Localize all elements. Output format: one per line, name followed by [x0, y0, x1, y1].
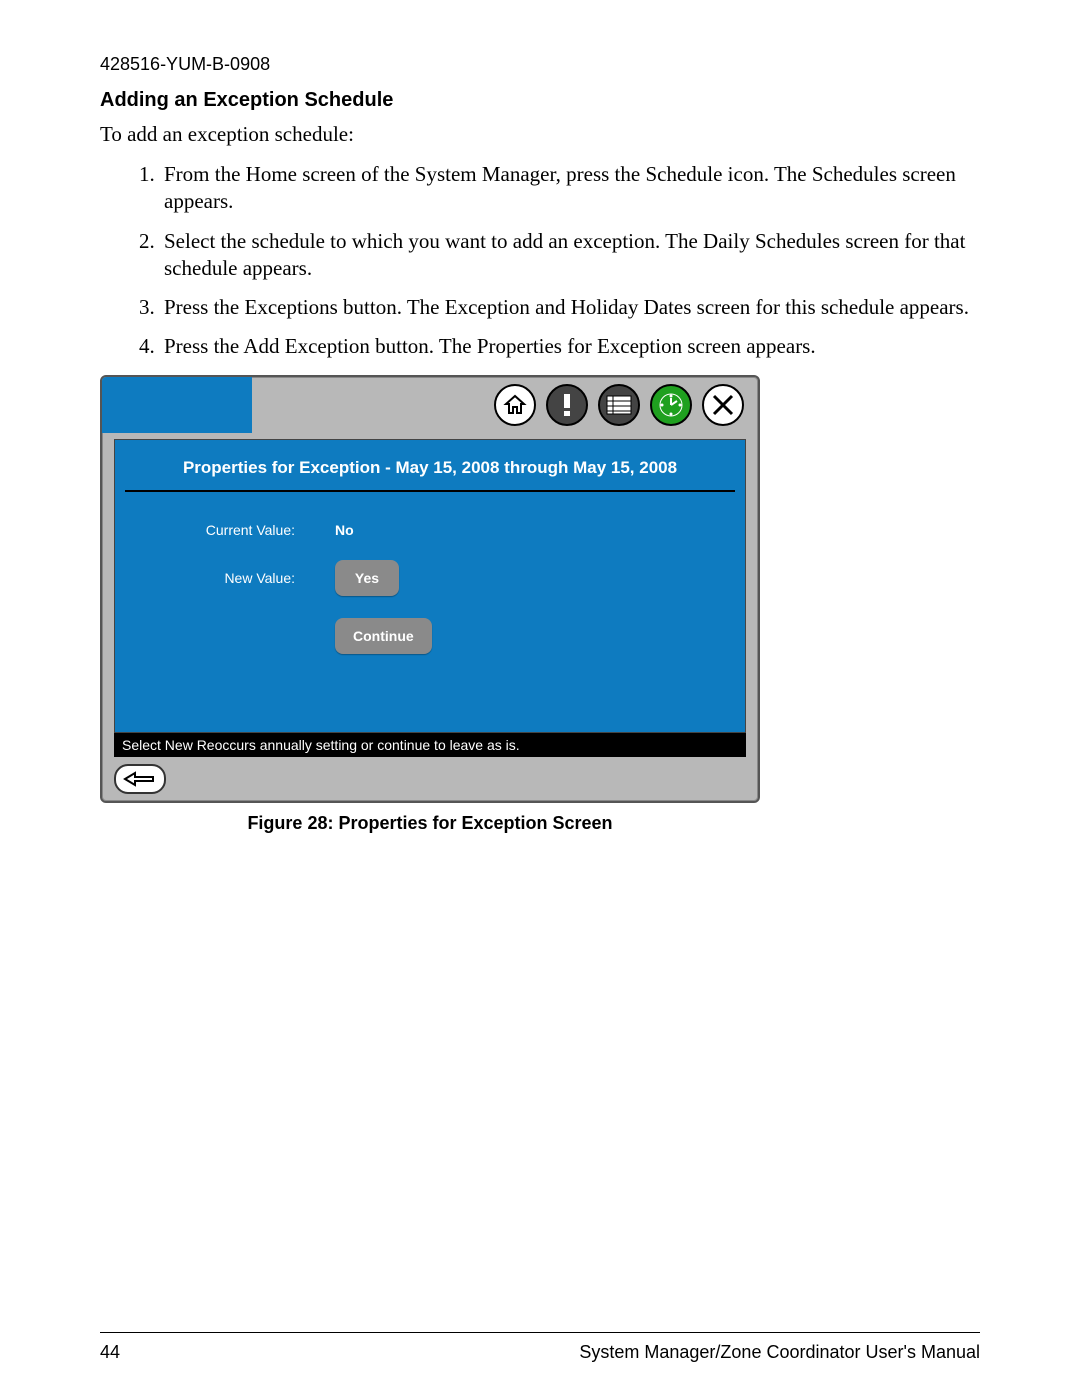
step-item: Press the Exceptions button. The Excepti…: [160, 294, 980, 321]
page-footer: 44 System Manager/Zone Coordinator User'…: [100, 1342, 980, 1363]
yes-button[interactable]: Yes: [335, 560, 399, 596]
current-value: No: [335, 522, 354, 538]
new-value-label: New Value:: [135, 570, 335, 586]
current-value-label: Current Value:: [135, 522, 335, 538]
main-panel: Properties for Exception - May 15, 2008 …: [114, 439, 746, 733]
figure: Properties for Exception - May 15, 2008 …: [100, 375, 980, 834]
panel-title: Properties for Exception - May 15, 2008 …: [115, 440, 745, 490]
home-icon[interactable]: [494, 384, 536, 426]
back-arrow-icon[interactable]: [114, 764, 166, 794]
continue-button[interactable]: Continue: [335, 618, 432, 654]
clock-icon[interactable]: [650, 384, 692, 426]
manual-title: System Manager/Zone Coordinator User's M…: [579, 1342, 980, 1363]
tools-icon[interactable]: [702, 384, 744, 426]
status-bar: Select New Reoccurs annually setting or …: [114, 733, 746, 757]
bottom-bar: [102, 757, 758, 801]
current-value-row: Current Value: No: [135, 522, 725, 538]
figure-caption: Figure 28: Properties for Exception Scre…: [100, 813, 760, 834]
steps-list: From the Home screen of the System Manag…: [100, 161, 980, 361]
intro-text: To add an exception schedule:: [100, 122, 980, 147]
step-item: Press the Add Exception button. The Prop…: [160, 333, 980, 360]
footer-rule: [100, 1332, 980, 1333]
document-id: 428516-YUM-B-0908: [100, 54, 980, 75]
page-number: 44: [100, 1342, 120, 1363]
step-item: Select the schedule to which you want to…: [160, 228, 980, 283]
new-value-row: New Value: Yes: [135, 560, 725, 596]
step-item: From the Home screen of the System Manag…: [160, 161, 980, 216]
topbar-accent: [102, 377, 252, 433]
top-toolbar: [102, 377, 758, 433]
device-screenshot: Properties for Exception - May 15, 2008 …: [100, 375, 760, 803]
alert-icon[interactable]: [546, 384, 588, 426]
section-heading: Adding an Exception Schedule: [100, 89, 980, 112]
list-icon[interactable]: [598, 384, 640, 426]
